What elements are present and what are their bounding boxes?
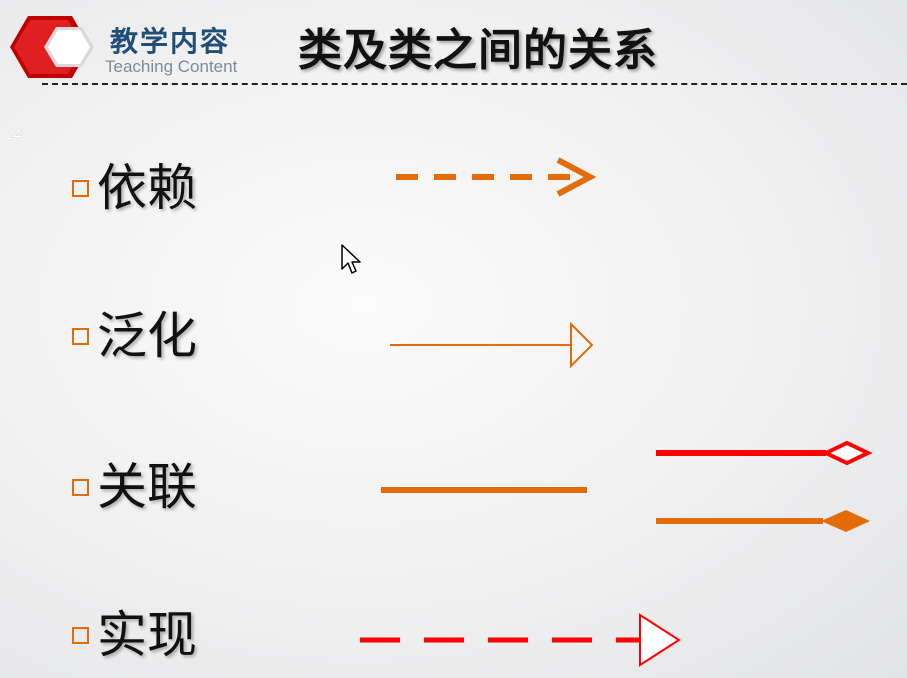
generalization-arrow-icon	[390, 321, 594, 369]
realization-arrow-icon	[360, 613, 681, 667]
dependency-arrow-icon	[396, 157, 597, 197]
composition-arrow-icon	[656, 510, 870, 532]
mouse-cursor-icon	[341, 244, 361, 274]
aggregation-arrow-icon	[656, 440, 873, 466]
relationship-arrows	[360, 157, 873, 667]
